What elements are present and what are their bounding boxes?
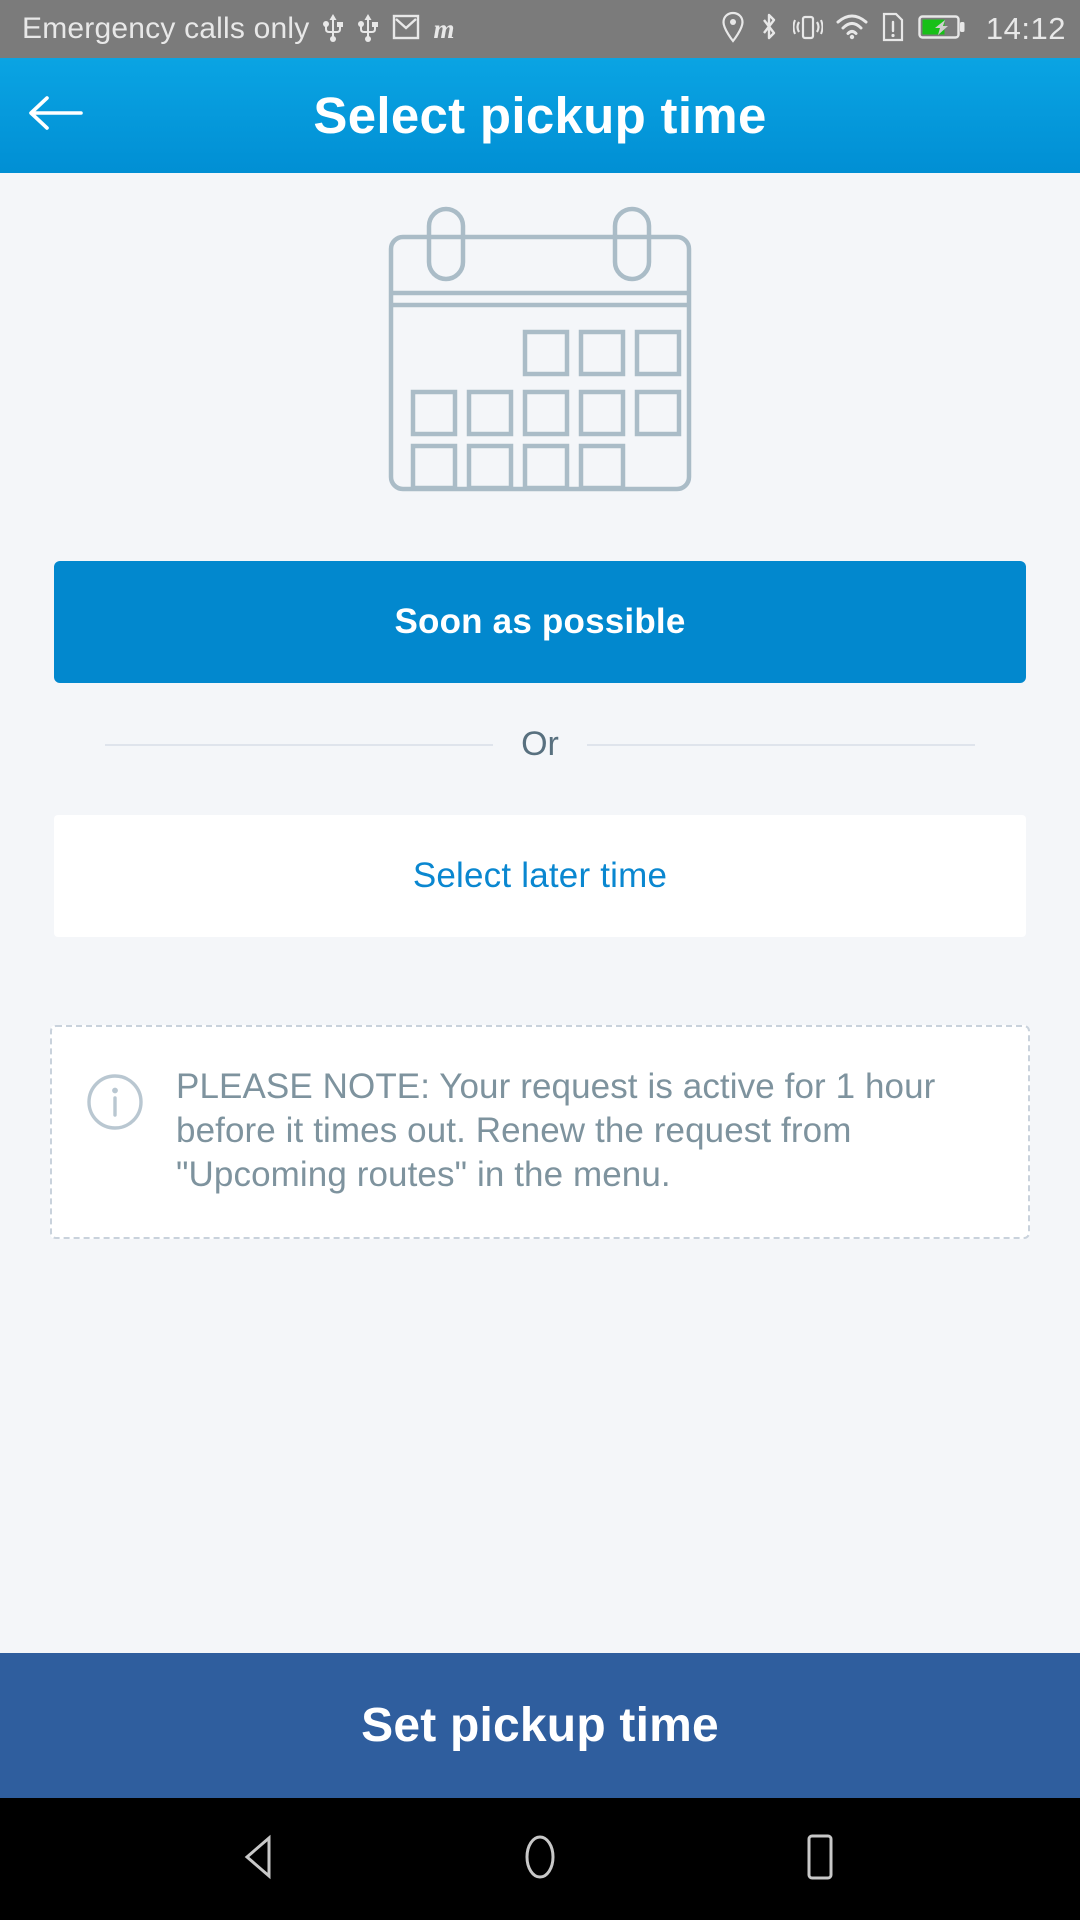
select-later-time-button[interactable]: Select later time <box>54 815 1026 937</box>
m-app-icon: m <box>433 13 455 44</box>
wifi-icon <box>836 13 868 46</box>
divider-line-right <box>586 743 975 746</box>
info-note-box: PLEASE NOTE: Your request is active for … <box>50 1025 1030 1240</box>
android-back-button[interactable] <box>200 1798 320 1920</box>
info-circle-icon <box>86 1065 146 1136</box>
divider-line-left <box>105 743 494 746</box>
phone-screen: Emergency calls only m 14:12 Select pick… <box>0 0 1080 1920</box>
status-bar-right: 14:12 <box>721 11 1066 48</box>
status-bar-clock: 14:12 <box>985 11 1066 46</box>
main-content: Soon as possible Or Select later time PL… <box>0 173 1080 1653</box>
soon-as-possible-button[interactable]: Soon as possible <box>54 561 1026 683</box>
sim-alert-icon <box>881 11 905 48</box>
or-label: Or <box>521 725 559 763</box>
gmail-icon <box>392 13 420 46</box>
back-button[interactable] <box>0 91 110 140</box>
arrow-left-icon <box>25 91 85 140</box>
page-title: Select pickup time <box>313 87 767 144</box>
android-recents-button[interactable] <box>760 1798 880 1920</box>
set-pickup-time-button[interactable]: Set pickup time <box>0 1653 1080 1798</box>
info-note-text: PLEASE NOTE: Your request is active for … <box>176 1067 936 1195</box>
or-divider: Or <box>105 725 975 764</box>
vibrate-icon <box>792 11 824 48</box>
usb-icon <box>322 12 344 47</box>
carrier-label: Emergency calls only <box>22 12 310 45</box>
calendar-illustration <box>385 205 695 500</box>
android-home-icon <box>516 1832 564 1887</box>
android-back-icon <box>238 1833 282 1886</box>
android-recents-icon <box>800 1832 840 1887</box>
bluetooth-icon <box>758 11 780 48</box>
android-home-button[interactable] <box>480 1798 600 1920</box>
app-bar: Select pickup time <box>0 58 1080 173</box>
usb-icon <box>357 12 379 47</box>
status-bar: Emergency calls only m 14:12 <box>0 0 1080 58</box>
calendar-illustration-wrap <box>0 173 1080 500</box>
android-nav-bar <box>0 1798 1080 1920</box>
battery-charging-icon <box>918 13 966 46</box>
status-bar-left: Emergency calls only m <box>22 12 454 47</box>
location-pin-icon <box>721 11 745 48</box>
